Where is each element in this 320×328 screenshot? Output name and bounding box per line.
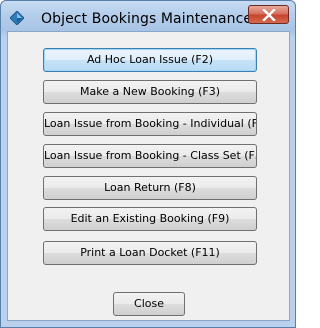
title-bar[interactable]: Object Bookings Maintenance <box>1 1 295 31</box>
ad-hoc-loan-issue-button[interactable]: Ad Hoc Loan Issue (F2) <box>43 48 257 72</box>
make-new-booking-button[interactable]: Make a New Booking (F3) <box>43 80 257 104</box>
edit-existing-booking-button[interactable]: Edit an Existing Booking (F9) <box>43 207 257 231</box>
window-close-button[interactable] <box>248 5 289 24</box>
loan-issue-class-set-button[interactable]: Loan Issue from Booking - Class Set (F5) <box>43 144 257 168</box>
dialog-content: Ad Hoc Loan Issue (F2) Make a New Bookin… <box>7 31 290 321</box>
dialog-window: Object Bookings Maintenance Ad Hoc Loan … <box>0 0 296 328</box>
window-title: Object Bookings Maintenance <box>41 11 253 27</box>
print-loan-docket-button[interactable]: Print a Loan Docket (F11) <box>43 241 257 265</box>
close-button[interactable]: Close <box>113 292 185 316</box>
loan-issue-individual-button[interactable]: Loan Issue from Booking - Individual (F4… <box>43 112 257 136</box>
loan-return-button[interactable]: Loan Return (F8) <box>43 176 257 200</box>
close-icon <box>261 8 276 22</box>
app-icon <box>9 10 25 26</box>
